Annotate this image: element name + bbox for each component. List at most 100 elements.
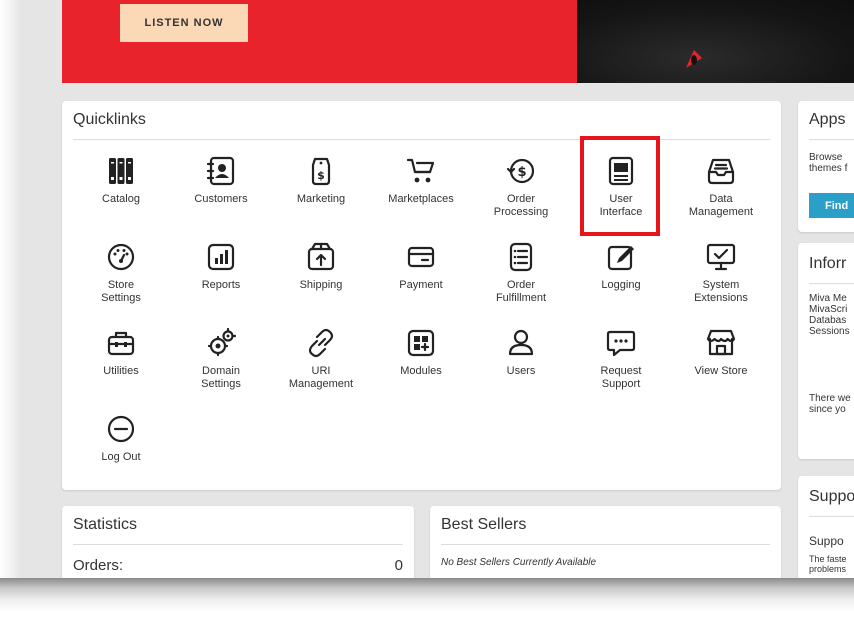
- chain-link-icon: [308, 328, 334, 358]
- statistics-divider: [73, 544, 403, 545]
- checklist-icon: [509, 242, 533, 272]
- dollar-refresh-icon: $: [506, 158, 535, 184]
- information-divider: [809, 283, 854, 284]
- quicklink-marketplaces[interactable]: Marketplaces: [371, 155, 471, 206]
- quicklink-label: URI Management: [288, 365, 354, 390]
- support-line-1: The faste: [809, 554, 847, 564]
- info-note-2: since yo: [809, 404, 846, 415]
- modules-grid-icon: [407, 329, 435, 357]
- quicklinks-divider: [73, 139, 770, 140]
- support-line-2: problems: [809, 564, 847, 574]
- info-note-1: There we: [809, 393, 851, 404]
- monitor-check-icon: [706, 243, 736, 271]
- quicklink-label: Payment: [399, 279, 443, 291]
- edit-pencil-icon: [607, 245, 634, 271]
- svg-text:$: $: [517, 165, 526, 180]
- quicklink-label: Logging: [601, 279, 641, 291]
- support-title: Suppo: [809, 488, 854, 505]
- quicklink-label: Log Out: [101, 451, 141, 463]
- info-line-3: Databas: [809, 315, 847, 326]
- quicklink-label: View Store: [694, 365, 748, 377]
- orders-label: Orders:: [73, 557, 124, 574]
- quicklink-request-support[interactable]: Request Support: [571, 327, 671, 391]
- find-apps-button[interactable]: Find: [809, 193, 854, 218]
- quicklink-shipping[interactable]: Shipping: [271, 241, 371, 292]
- quicklink-catalog[interactable]: Catalog: [71, 155, 171, 206]
- quicklink-label: Marketing: [296, 193, 346, 205]
- info-line-1: Miva Me: [809, 293, 847, 304]
- quicklink-logging[interactable]: Logging: [571, 241, 671, 292]
- shopping-cart-icon: [406, 158, 435, 183]
- quicklink-label: Marketplaces: [388, 193, 454, 205]
- banner-artwork: [577, 0, 854, 83]
- quicklink-label: Request Support: [600, 365, 642, 390]
- quicklink-label: Shipping: [299, 279, 343, 291]
- toolbox-icon: [107, 331, 135, 356]
- quicklink-store-settings[interactable]: Store Settings: [71, 241, 171, 305]
- orders-value: 0: [394, 557, 403, 574]
- quicklink-label: Modules: [400, 365, 442, 377]
- quicklink-label: Customers: [194, 193, 248, 205]
- quicklinks-title: Quicklinks: [73, 111, 146, 128]
- user-icon: [508, 329, 534, 356]
- quicklink-order-fulfillment[interactable]: Order Fulfillment: [471, 241, 571, 305]
- quicklink-data-management[interactable]: Data Management: [671, 155, 771, 219]
- quicklink-log-out[interactable]: Log Out: [71, 413, 171, 464]
- inbox-tray-icon: [707, 158, 735, 185]
- package-icon: [307, 242, 335, 271]
- quicklink-domain-settings[interactable]: Domain Settings: [171, 327, 271, 391]
- info-line-2: MivaScri: [809, 304, 848, 315]
- best-sellers-title: Best Sellers: [441, 516, 527, 533]
- apps-card: Apps Browse themes f Find: [798, 101, 854, 232]
- gears-icon: [207, 327, 237, 357]
- support-subtitle: Suppo: [809, 534, 844, 548]
- quicklink-reports[interactable]: Reports: [171, 241, 271, 292]
- information-card: Inforr Miva Me MivaScri Databas Sessions…: [798, 243, 854, 459]
- quicklink-label: Order Fulfillment: [495, 279, 547, 304]
- gauge-icon: [107, 243, 135, 271]
- support-card: Suppo Suppo The faste problems: [798, 476, 854, 578]
- minus-circle-icon: [107, 415, 135, 443]
- quicklink-marketing[interactable]: $ Marketing: [271, 155, 371, 206]
- quicklink-label: Users: [506, 365, 536, 377]
- statistics-card: Statistics Orders: 0: [62, 506, 414, 578]
- quicklink-uri-management[interactable]: URI Management: [271, 327, 371, 391]
- apps-text-line2: themes f: [809, 163, 848, 174]
- credit-card-icon: [407, 246, 435, 268]
- banner-eye-graphic: [686, 50, 702, 68]
- quicklink-label: Store Settings: [101, 279, 141, 304]
- quicklink-modules[interactable]: Modules: [371, 327, 471, 378]
- svg-text:$: $: [317, 169, 325, 182]
- bottom-shadow: [0, 578, 854, 619]
- quicklink-customers[interactable]: Customers: [171, 155, 271, 206]
- support-divider: [809, 516, 854, 517]
- price-tag-icon: $: [311, 157, 331, 186]
- quicklink-order-processing[interactable]: $ Order Processing: [471, 155, 571, 219]
- quicklink-payment[interactable]: Payment: [371, 241, 471, 292]
- address-book-icon: [206, 156, 235, 186]
- chat-bubble-icon: [606, 330, 636, 357]
- quicklink-label: Catalog: [102, 193, 140, 205]
- quicklink-label: System Extensions: [694, 279, 748, 304]
- quicklink-label: Domain Settings: [201, 365, 241, 390]
- quicklink-label: Order Processing: [493, 193, 549, 218]
- best-sellers-empty-text: No Best Sellers Currently Available: [441, 557, 597, 568]
- apps-title: Apps: [809, 111, 846, 128]
- quicklink-view-store[interactable]: View Store: [671, 327, 771, 378]
- quicklink-utilities[interactable]: Utilities: [71, 327, 171, 378]
- statistics-title: Statistics: [73, 516, 138, 533]
- left-edge-fade: [0, 0, 22, 578]
- catalog-icon: [109, 158, 133, 184]
- promo-banner: LISTEN NOW: [62, 0, 854, 83]
- quicklink-label: Data Management: [688, 193, 754, 218]
- quicklink-users[interactable]: Users: [471, 327, 571, 378]
- info-line-4: Sessions: [809, 326, 850, 337]
- listen-now-button[interactable]: LISTEN NOW: [120, 4, 248, 42]
- information-title: Inforr: [809, 255, 847, 272]
- quicklink-system-extensions[interactable]: System Extensions: [671, 241, 771, 305]
- quicklink-label: Reports: [201, 279, 241, 291]
- bar-chart-icon: [207, 243, 235, 271]
- quicklink-label: Utilities: [103, 365, 139, 377]
- best-sellers-divider: [441, 544, 770, 545]
- best-sellers-card: Best Sellers No Best Sellers Currently A…: [430, 506, 781, 578]
